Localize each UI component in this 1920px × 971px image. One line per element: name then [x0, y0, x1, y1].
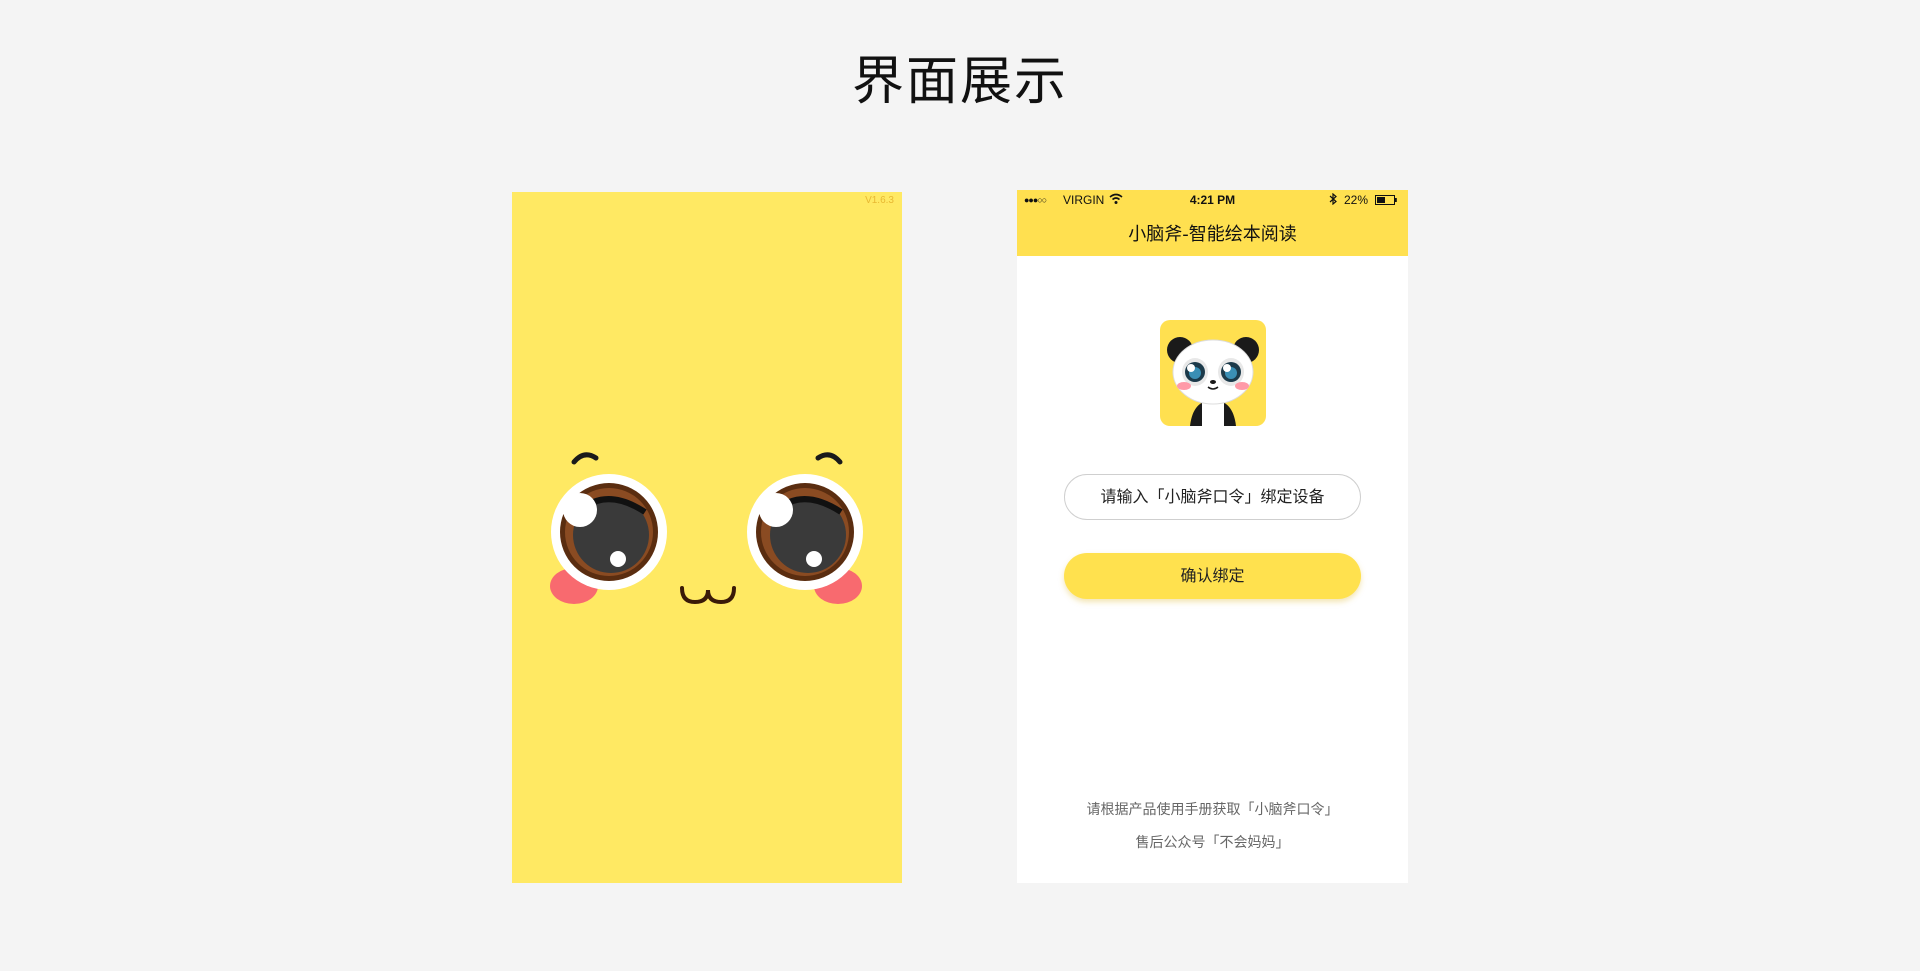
- help-text-code: 请根据产品使用手册获取「小脑斧口令」: [1086, 802, 1339, 818]
- app-title: 小脑斧-智能绘本阅读: [1128, 224, 1297, 245]
- page-title: 界面展示: [851, 52, 1068, 112]
- help-text-service: 售后公众号「不会妈妈」: [1135, 835, 1290, 851]
- splash-screen: V1.6.3: [512, 192, 902, 883]
- battery-icon: [1375, 195, 1397, 205]
- status-bar: ●●●○○ VIRGIN 4:21 PM 22%: [1017, 190, 1408, 210]
- app-header: ●●●○○ VIRGIN 4:21 PM 22% 小脑斧-智能绘本阅读: [1017, 190, 1408, 256]
- battery-percent: 22%: [1344, 193, 1369, 207]
- bind-device-screen: ●●●○○ VIRGIN 4:21 PM 22% 小脑斧-智能绘本阅读 请输入「…: [1017, 190, 1408, 883]
- bind-code-input[interactable]: 请输入「小脑斧口令」绑定设备: [1064, 474, 1361, 520]
- right-eyebrow: [815, 452, 843, 465]
- panda-app-icon: [1160, 320, 1266, 426]
- cute-face-illustration: [550, 452, 863, 605]
- panda-icon: [1167, 337, 1259, 426]
- confirm-bind-button[interactable]: 确认绑定: [1064, 553, 1361, 599]
- right-eye: [747, 474, 863, 590]
- mouth: [680, 586, 736, 605]
- left-eyebrow: [571, 452, 599, 465]
- left-eye: [551, 474, 667, 590]
- bluetooth-icon: [1329, 193, 1337, 205]
